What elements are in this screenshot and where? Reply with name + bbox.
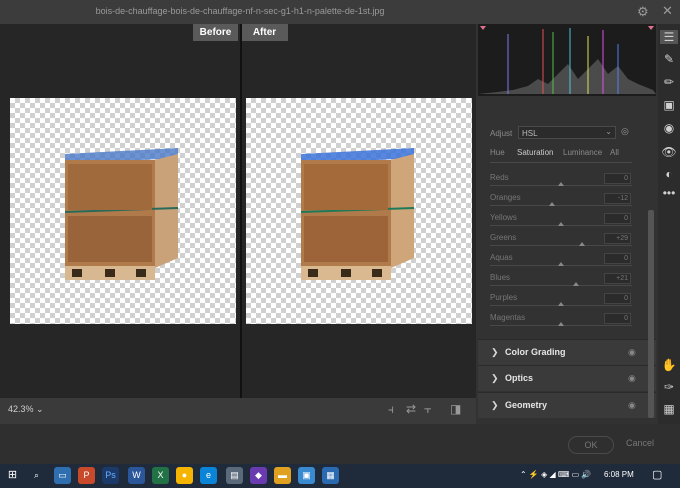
section-title: Geometry (505, 400, 548, 410)
adjust-mode-select[interactable]: HSL ⌄ (518, 126, 616, 139)
windows-start-icon[interactable]: ⊞ (4, 467, 21, 484)
radial-filter-icon[interactable]: ◉ (660, 121, 678, 135)
slider-value-field[interactable]: 0 (604, 173, 631, 184)
slider-handle[interactable] (572, 282, 579, 286)
slider-handle[interactable] (558, 222, 564, 226)
app-icon[interactable]: ▤ (226, 467, 243, 484)
before-tab[interactable]: Before (193, 24, 238, 41)
slider-handle[interactable] (558, 322, 564, 326)
notification-icon[interactable]: ▢ (652, 468, 662, 481)
red-eye-icon[interactable]: 👁 (660, 145, 678, 159)
file-explorer-icon[interactable]: ▬ (274, 467, 291, 484)
search-icon[interactable]: ⌕ (28, 467, 45, 484)
slider-value-field[interactable]: 0 (604, 253, 631, 264)
brush-icon[interactable]: ✏ (660, 75, 678, 89)
slider-value-field[interactable]: -12 (604, 193, 631, 204)
slider-track[interactable] (490, 245, 632, 246)
chevron-down-icon: ⌄ (36, 404, 44, 414)
gradient-icon[interactable]: ▣ (660, 98, 678, 112)
slider-value-field[interactable]: 0 (604, 313, 631, 324)
slider-label: Greens (490, 233, 517, 242)
more-icon[interactable]: ••• (660, 186, 678, 200)
before-after-toggle-icon[interactable]: ◨ (450, 402, 461, 416)
preview-toolbar (0, 398, 476, 424)
pallet-image-before (64, 148, 179, 280)
slider-label: Yellows (490, 213, 517, 222)
before-image (10, 98, 236, 324)
chevron-down-icon: ⌄ (605, 127, 612, 136)
adjust-mode-value: HSL (522, 129, 538, 138)
excel-icon[interactable]: X (152, 467, 169, 484)
edit-sliders-icon[interactable]: ☰ (660, 30, 678, 44)
tab-underline (490, 162, 632, 163)
after-tab[interactable]: After (241, 24, 288, 41)
app-icon[interactable]: ▦ (322, 467, 339, 484)
presets-icon[interactable]: ◐ (660, 167, 678, 181)
edge-icon[interactable]: e (200, 467, 217, 484)
panel-scrollbar[interactable] (648, 210, 654, 418)
tab-all[interactable]: All (610, 148, 619, 157)
slider-handle[interactable] (549, 202, 556, 206)
adjust-label: Adjust (490, 129, 513, 138)
tab-saturation[interactable]: Saturation (517, 148, 553, 157)
split-divider[interactable] (240, 24, 242, 398)
close-icon[interactable]: ✕ (662, 3, 673, 19)
section-title: Optics (505, 373, 534, 383)
slider-value-field[interactable]: +21 (604, 273, 631, 284)
slider-label: Oranges (490, 193, 521, 202)
histogram (478, 24, 656, 96)
slider-handle[interactable] (558, 262, 564, 266)
chevron-right-icon: ❯ (491, 373, 499, 383)
cancel-button[interactable]: Cancel (626, 438, 654, 448)
chrome-icon[interactable]: ● (176, 467, 193, 484)
word-icon[interactable]: W (128, 467, 145, 484)
eye-icon[interactable]: ◉ (628, 347, 636, 358)
slider-handle[interactable] (558, 182, 564, 186)
copy-settings-icon[interactable]: ⫟ (424, 402, 431, 417)
slider-handle[interactable] (578, 242, 585, 246)
window-title: bois-de-chauffage-bois-de-chauffage-nf-n… (95, 6, 385, 16)
slider-label: Aquas (490, 253, 513, 262)
app-icon[interactable]: ▣ (298, 467, 315, 484)
photoshop-icon[interactable]: Ps (102, 467, 119, 484)
slider-label: Blues (490, 273, 511, 282)
app-icon[interactable]: ◆ (250, 467, 267, 484)
zoom-value: 42.3% (8, 404, 34, 414)
chevron-right-icon: ❯ (491, 400, 499, 410)
swap-icon[interactable]: ⇄ (406, 402, 416, 416)
target-adjust-icon[interactable]: ◎ (621, 126, 629, 137)
tab-hue[interactable]: Hue (490, 148, 505, 157)
chevron-right-icon: ❯ (491, 347, 499, 357)
compare-view-icon[interactable]: ⫞ (388, 402, 394, 417)
clock: 6:08 PM (604, 470, 634, 479)
task-view-icon[interactable]: ▭ (54, 467, 71, 484)
section-title: Color Grading (505, 347, 566, 357)
slider-label: Magentas (490, 313, 526, 322)
hand-icon[interactable]: ✋ (660, 358, 678, 372)
slider-track[interactable] (490, 285, 632, 286)
tab-luminance[interactable]: Luminance (563, 148, 602, 157)
gear-icon[interactable]: ⚙ (637, 4, 649, 20)
slider-track[interactable] (490, 205, 632, 206)
eye-icon[interactable]: ◉ (628, 400, 636, 411)
slider-value-field[interactable]: 0 (604, 213, 631, 224)
slider-value-field[interactable]: 0 (604, 293, 631, 304)
zoom-select[interactable]: 42.3% ⌄ (8, 404, 44, 415)
pallet-image-after (300, 148, 415, 280)
slider-handle[interactable] (558, 302, 564, 306)
heal-brush-icon[interactable]: ✎ (660, 52, 678, 66)
after-image (246, 98, 472, 324)
color-sampler-icon[interactable]: ✑ (660, 380, 678, 394)
eye-icon[interactable]: ◉ (628, 373, 636, 384)
ok-button[interactable]: OK (568, 436, 614, 454)
app-icon[interactable]: P (78, 467, 95, 484)
slider-label: Reds (490, 173, 509, 182)
slider-value-field[interactable]: +29 (604, 233, 631, 244)
slider-label: Purples (490, 293, 518, 302)
grid-icon[interactable]: ▦ (660, 402, 678, 416)
tray-icons[interactable]: ⌃ ⚡ ◈ ◢ ⌨ ▭ 🔊 (520, 470, 591, 479)
